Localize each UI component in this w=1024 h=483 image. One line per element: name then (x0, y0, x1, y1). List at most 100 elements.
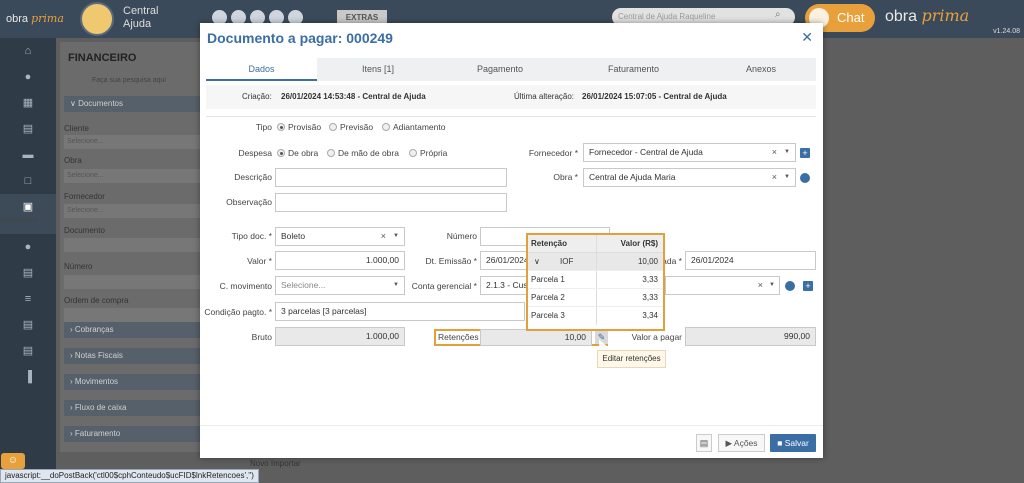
clipboard-icon[interactable]: ▤ (0, 312, 56, 338)
document-icon[interactable]: ▤ (696, 434, 712, 452)
account-name[interactable]: Central Ajuda (123, 5, 158, 31)
clear-icon[interactable]: × (772, 144, 777, 161)
chevron-down-icon[interactable]: ▼ (393, 228, 399, 245)
valor-input[interactable]: 1.000,00 (275, 251, 405, 270)
chart-icon[interactable]: ▐ (0, 364, 56, 390)
tab-anexos[interactable]: Anexos (706, 58, 816, 81)
table-row[interactable]: Parcela 3 3,34 (528, 307, 663, 325)
modal-title: Documento a pagar: 000249 (207, 30, 393, 46)
status-bar-url: javascript:__doPostBack('ctl00$cphConteu… (0, 469, 259, 483)
section-movimentos[interactable]: › Movimentos (64, 374, 204, 390)
table-row[interactable]: Parcela 2 3,33 (528, 289, 663, 307)
chevron-down-icon[interactable]: ▼ (784, 169, 790, 186)
section-fluxo-caixa[interactable]: › Fluxo de caixa (64, 400, 204, 416)
radio-mao-de-obra[interactable]: De mão de obra (327, 148, 399, 158)
tipo-doc-select[interactable]: Boleto × ▼ (275, 227, 405, 246)
table-row[interactable]: Parcela 1 3,33 (528, 271, 663, 289)
condicao-select[interactable]: 3 parcelas [3 parcelas] (275, 302, 525, 321)
dt-entrada-input[interactable]: 26/01/2024 (685, 251, 816, 270)
bruto-value: 1.000,00 (275, 327, 405, 346)
group-icon[interactable]: ● (0, 234, 56, 260)
descricao-input[interactable] (275, 168, 507, 187)
valor-label: Valor * (247, 256, 272, 266)
table-header: Retenção Valor (R$) (528, 235, 663, 253)
obra-select[interactable]: Central de Ajuda Maria × ▼ (583, 168, 796, 187)
tab-itens[interactable]: Itens [1] (317, 58, 439, 81)
calculator-icon: ▣ (22, 201, 34, 213)
search-icon[interactable]: ⌕ (775, 9, 781, 20)
bottom-actions[interactable]: Novo Importar (250, 459, 301, 468)
header-valor: Valor (R$) (620, 239, 658, 248)
chevron-down-icon[interactable]: ▼ (784, 144, 790, 161)
section-cobrancas[interactable]: › Cobranças (64, 322, 204, 338)
conta-gerencial-select-end[interactable]: × ▼ (665, 276, 780, 295)
c-movimento-select[interactable]: Selecione... ▼ (275, 276, 405, 295)
clear-icon[interactable]: × (772, 169, 777, 186)
obra-select[interactable]: Selecione... (64, 169, 200, 183)
panel-search-hint[interactable]: Faça sua pesquisa aqui (92, 77, 166, 84)
section-faturamento[interactable]: › Faturamento (64, 426, 204, 442)
dt-emissao-label: Dt. Emissão * (425, 256, 478, 266)
smile-icon[interactable]: ☺ (1, 453, 25, 469)
chevron-down-icon[interactable]: ▼ (769, 277, 775, 294)
radio-previsao[interactable]: Previsão (329, 122, 373, 132)
add-fornecedor-button[interactable]: + (800, 148, 810, 158)
row-value: 3,33 (642, 275, 658, 284)
account-line1: Central (123, 5, 159, 17)
section-notas-fiscais[interactable]: › Notas Fiscais (64, 348, 204, 364)
left-nav: ⌂ ● ▦ ▤ ▬ □ ▣ FINANCEIRO ● ▤ ≡ ▤ ▤ ▐ (0, 38, 56, 483)
modified-label: Última alteração: (514, 92, 575, 101)
chevron-down-icon[interactable]: ∨ (534, 253, 540, 271)
numero-input[interactable] (64, 275, 200, 289)
tipo-doc-value: Boleto (281, 231, 306, 241)
tab-dados[interactable]: Dados (206, 58, 317, 81)
report-icon[interactable]: ▤ (0, 338, 56, 364)
valor-pagar-label: Valor a pagar (631, 332, 682, 342)
add-conta-button[interactable]: + (803, 281, 813, 291)
radio-provisao[interactable]: Provisão (277, 122, 321, 132)
fornecedor-select[interactable]: Selecione... (64, 204, 200, 218)
app-logo[interactable]: obra prima (6, 12, 64, 25)
section-documentos[interactable]: ∨ Documentos (64, 96, 204, 112)
brand-logo: obra prima (885, 6, 970, 25)
observacao-label: Observação (226, 197, 272, 207)
descricao-label: Descrição (234, 172, 272, 182)
info-icon[interactable] (800, 173, 810, 183)
acoes-button[interactable]: ▶ Ações (718, 434, 765, 452)
radio-adiantamento[interactable]: Adiantamento (382, 122, 445, 132)
observacao-input[interactable] (275, 193, 507, 212)
building-icon[interactable]: ▦ (0, 90, 56, 116)
row-name: Parcela 3 (531, 311, 565, 320)
close-icon[interactable]: ✕ (801, 29, 813, 46)
retencoes-table: Retenção Valor (R$) ∨ IOF 10,00 Parcela … (526, 233, 665, 331)
dt-emissao-input[interactable]: 26/01/2024 (480, 251, 528, 270)
document-icon[interactable]: ▤ (0, 116, 56, 142)
radio-de-obra[interactable]: De obra (277, 148, 318, 158)
table-row[interactable]: ∨ IOF 10,00 (528, 253, 663, 271)
cart-icon[interactable]: □ (0, 168, 56, 194)
info-icon[interactable] (785, 281, 795, 291)
fornecedor-value: Fornecedor - Central de Ajuda (589, 147, 703, 157)
nav-financeiro[interactable]: ▣ FINANCEIRO (0, 194, 56, 234)
fornecedor-select[interactable]: Fornecedor - Central de Ajuda × ▼ (583, 143, 796, 162)
clear-icon[interactable]: × (758, 277, 763, 294)
clear-icon[interactable]: × (381, 228, 386, 245)
user-icon[interactable]: ● (0, 64, 56, 90)
truck-icon[interactable]: ▬ (0, 142, 56, 168)
tab-faturamento[interactable]: Faturamento (561, 58, 706, 81)
tab-pagamento[interactable]: Pagamento (439, 58, 561, 81)
file-icon[interactable]: ▤ (0, 260, 56, 286)
modal-footer: ▤ ▶ Ações ■ Salvar (200, 425, 823, 458)
list-check-icon[interactable]: ≡ (0, 286, 56, 312)
home-icon[interactable]: ⌂ (0, 38, 56, 64)
salvar-button[interactable]: ■ Salvar (770, 434, 816, 452)
cliente-select[interactable]: Selecione... (64, 135, 200, 149)
c-movimento-placeholder: Selecione... (281, 280, 326, 290)
tipo-doc-label: Tipo doc. * (231, 231, 272, 241)
avatar[interactable] (80, 2, 114, 36)
documento-input[interactable] (64, 238, 200, 252)
ordem-compra-input[interactable] (64, 308, 200, 322)
radio-propria[interactable]: Própria (409, 148, 447, 158)
conta-gerencial-select[interactable]: 2.1.3 - Cus (480, 276, 528, 295)
chevron-down-icon[interactable]: ▼ (393, 277, 399, 294)
